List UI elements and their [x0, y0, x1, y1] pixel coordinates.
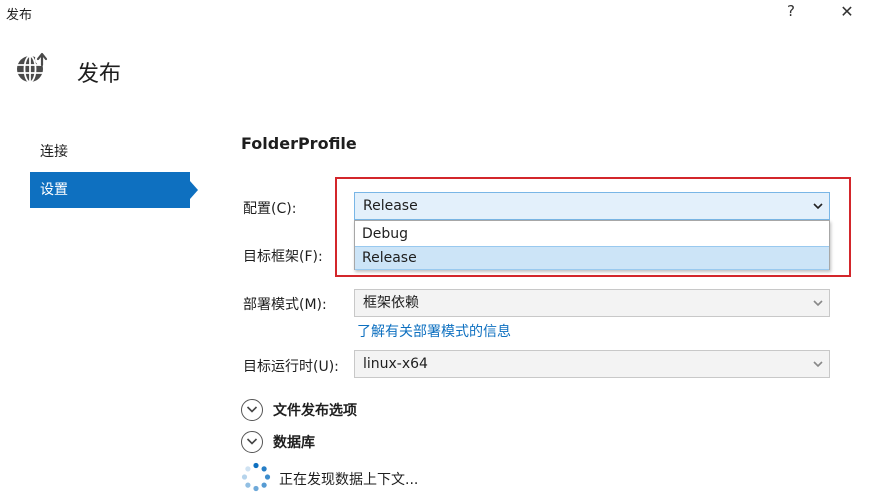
dropdown-option-release[interactable]: Release	[355, 246, 829, 270]
chevron-down-icon	[813, 351, 823, 386]
dropdown-option-debug[interactable]: Debug	[355, 222, 829, 246]
target-runtime-select[interactable]: linux-x64	[354, 350, 830, 378]
target-runtime-label: 目标运行时(U):	[243, 359, 339, 375]
configuration-label: 配置(C):	[243, 201, 297, 217]
file-publish-options-expander[interactable]: 文件发布选项	[241, 399, 401, 423]
deployment-mode-select[interactable]: 框架依赖	[354, 289, 830, 317]
discovering-status-text: 正在发现数据上下文...	[279, 472, 419, 488]
target-framework-label: 目标框架(F):	[243, 249, 323, 265]
deployment-mode-label: 部署模式(M):	[243, 297, 327, 313]
nav-selected-arrow	[190, 181, 198, 199]
loading-spinner-icon	[241, 462, 271, 492]
nav-item-settings[interactable]: 设置	[30, 172, 190, 208]
configuration-dropdown-list: Debug Release	[354, 220, 830, 270]
deployment-mode-select-value: 框架依赖	[363, 295, 419, 311]
target-runtime-select-value: linux-x64	[363, 356, 428, 372]
page-title: 发布	[77, 62, 122, 87]
close-button[interactable]: ✕	[838, 2, 856, 21]
deployment-mode-help-link[interactable]: 了解有关部署模式的信息	[357, 321, 511, 341]
help-button[interactable]: ?	[784, 2, 798, 20]
profile-name: FolderProfile	[241, 134, 357, 153]
globe-publish-icon	[14, 50, 50, 86]
databases-expander[interactable]: 数据库	[241, 431, 361, 455]
file-publish-options-label: 文件发布选项	[273, 403, 357, 419]
nav-item-connect[interactable]: 连接	[30, 134, 190, 170]
databases-label: 数据库	[273, 435, 315, 451]
expand-chevron-icon	[241, 431, 263, 453]
chevron-down-icon	[813, 290, 823, 325]
configuration-select[interactable]: Release	[354, 192, 830, 220]
window-title: 发布	[6, 8, 33, 23]
expand-chevron-icon	[241, 399, 263, 421]
configuration-select-value: Release	[363, 198, 418, 214]
